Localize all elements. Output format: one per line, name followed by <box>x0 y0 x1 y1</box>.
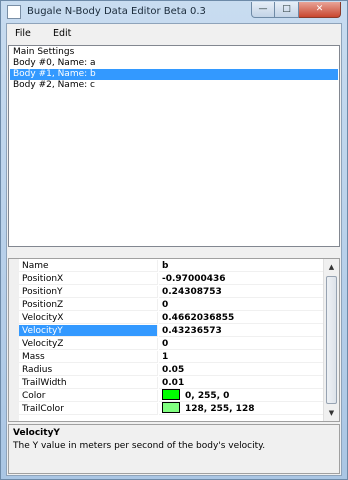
title-bar[interactable]: Bugale N-Body Data Editor Beta 0.3 — □ ✕ <box>1 1 347 23</box>
minimize-button[interactable]: — <box>251 2 275 18</box>
menu-file[interactable]: File <box>15 28 31 39</box>
property-value-text: 0, 255, 0 <box>185 391 230 401</box>
property-value[interactable]: 0 <box>159 338 324 350</box>
property-label: PositionX <box>19 273 158 285</box>
property-value[interactable]: -0.97000436 <box>159 273 324 285</box>
property-row-trailcolor[interactable]: TrailColor 128, 255, 128 <box>19 402 324 416</box>
color-swatch <box>162 389 180 400</box>
maximize-icon: □ <box>282 4 291 14</box>
property-value-color[interactable]: 0, 255, 0 <box>159 389 324 402</box>
vertical-scrollbar[interactable]: ▲ ▼ <box>323 259 339 421</box>
caption-buttons: — □ ✕ <box>251 2 341 20</box>
property-value[interactable]: 0.4662036855 <box>159 312 324 324</box>
property-value[interactable]: 0.05 <box>159 364 324 376</box>
window-title: Bugale N-Body Data Editor Beta 0.3 <box>27 6 206 17</box>
close-icon: ✕ <box>315 4 324 14</box>
minimize-icon: — <box>258 4 268 14</box>
property-row-positionx[interactable]: PositionX -0.97000436 <box>19 273 324 286</box>
property-row-velocityz[interactable]: VelocityZ 0 <box>19 338 324 351</box>
maximize-button[interactable]: □ <box>275 2 299 18</box>
property-row-mass[interactable]: Mass 1 <box>19 351 324 364</box>
property-row-velocityx[interactable]: VelocityX 0.4662036855 <box>19 312 324 325</box>
property-value-trailcolor[interactable]: 128, 255, 128 <box>159 402 324 415</box>
property-label: PositionZ <box>19 299 158 311</box>
body-list[interactable]: Main Settings Body #0, Name: a Body #1, … <box>8 45 340 247</box>
list-item-body-0[interactable]: Body #0, Name: a <box>10 58 338 69</box>
property-label: Color <box>19 390 158 402</box>
property-value-text: 0.43236573 <box>162 326 222 336</box>
menu-bar: File Edit <box>7 24 341 44</box>
property-label: VelocityX <box>19 312 158 324</box>
property-value[interactable]: 0 <box>159 299 324 311</box>
scroll-up-icon[interactable]: ▲ <box>324 259 339 275</box>
list-item-main-settings[interactable]: Main Settings <box>10 47 338 58</box>
property-value-text: 128, 255, 128 <box>185 404 255 414</box>
splitter[interactable] <box>7 248 341 258</box>
menu-edit[interactable]: Edit <box>53 28 71 39</box>
property-value[interactable]: 0.24308753 <box>159 286 324 298</box>
property-grid[interactable]: Name b PositionX -0.97000436 PositionY 0… <box>8 258 340 422</box>
list-item-body-1[interactable]: Body #1, Name: b <box>10 69 338 80</box>
property-row-name[interactable]: Name b <box>19 260 324 273</box>
client-area: File Edit Main Settings Body #0, Name: a… <box>6 23 342 476</box>
property-row-radius[interactable]: Radius 0.05 <box>19 364 324 377</box>
property-row-positionz[interactable]: PositionZ 0 <box>19 299 324 312</box>
property-label: Name <box>19 260 158 272</box>
grid-margin <box>9 259 19 421</box>
description-title: VelocityY <box>13 428 60 438</box>
property-row-velocityy[interactable]: VelocityY 0.43236573 <box>19 325 324 338</box>
color-swatch <box>162 402 180 413</box>
property-value[interactable]: 0.01 <box>159 377 324 389</box>
app-icon <box>7 5 21 19</box>
property-label: VelocityZ <box>19 338 158 350</box>
list-item-body-2[interactable]: Body #2, Name: c <box>10 80 338 91</box>
property-row-positiony[interactable]: PositionY 0.24308753 <box>19 286 324 299</box>
description-pane: VelocityY The Y value in meters per seco… <box>8 424 340 474</box>
scroll-thumb[interactable] <box>326 276 337 404</box>
property-label: TrailColor <box>19 403 158 415</box>
description-text: The Y value in meters per second of the … <box>13 441 266 451</box>
property-label: PositionY <box>19 286 158 298</box>
property-label: VelocityY <box>19 325 158 337</box>
property-label: TrailWidth <box>19 377 158 389</box>
close-button[interactable]: ✕ <box>299 2 341 18</box>
property-value[interactable]: 1 <box>159 351 324 363</box>
property-label: Radius <box>19 364 158 376</box>
property-label: Mass <box>19 351 158 363</box>
property-value-editor[interactable]: 0.43236573 <box>159 325 324 337</box>
property-value[interactable]: b <box>159 260 324 272</box>
scroll-down-icon[interactable]: ▼ <box>324 405 339 421</box>
app-window: Bugale N-Body Data Editor Beta 0.3 — □ ✕… <box>0 0 348 480</box>
